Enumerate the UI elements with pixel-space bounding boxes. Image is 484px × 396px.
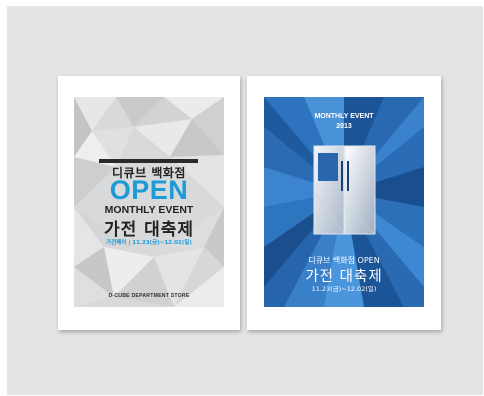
event-name: 가전 대축제 [103, 220, 195, 240]
open-heading: OPEN [109, 175, 189, 205]
poster-card-left: 디큐브 백화점 OPEN MONTHLY EVENT 가전 대축제 가전페어 |… [58, 76, 240, 330]
poster-gray: 디큐브 백화점 OPEN MONTHLY EVENT 가전 대축제 가전페어 |… [74, 97, 224, 307]
presentation-backdrop: 디큐브 백화점 OPEN MONTHLY EVENT 가전 대축제 가전페어 |… [7, 6, 483, 395]
poster-card-right: MONTHLY EVENT 2013 디큐브 백화점 OPEN 가전 대축제 1… [247, 76, 441, 330]
store-name: D-CUBE DEPARTMENT STORE [108, 293, 190, 299]
event-date: 가전페어 | 11.23(금)~12.02(일) [106, 240, 192, 246]
monthly-event-label: MONTHLY EVENT [314, 113, 374, 120]
event-date: 11.23(금)~12.02(일) [311, 285, 377, 293]
poster-blue: MONTHLY EVENT 2013 디큐브 백화점 OPEN 가전 대축제 1… [264, 97, 424, 307]
event-year: 2013 [336, 123, 352, 130]
title-rule [99, 159, 198, 163]
